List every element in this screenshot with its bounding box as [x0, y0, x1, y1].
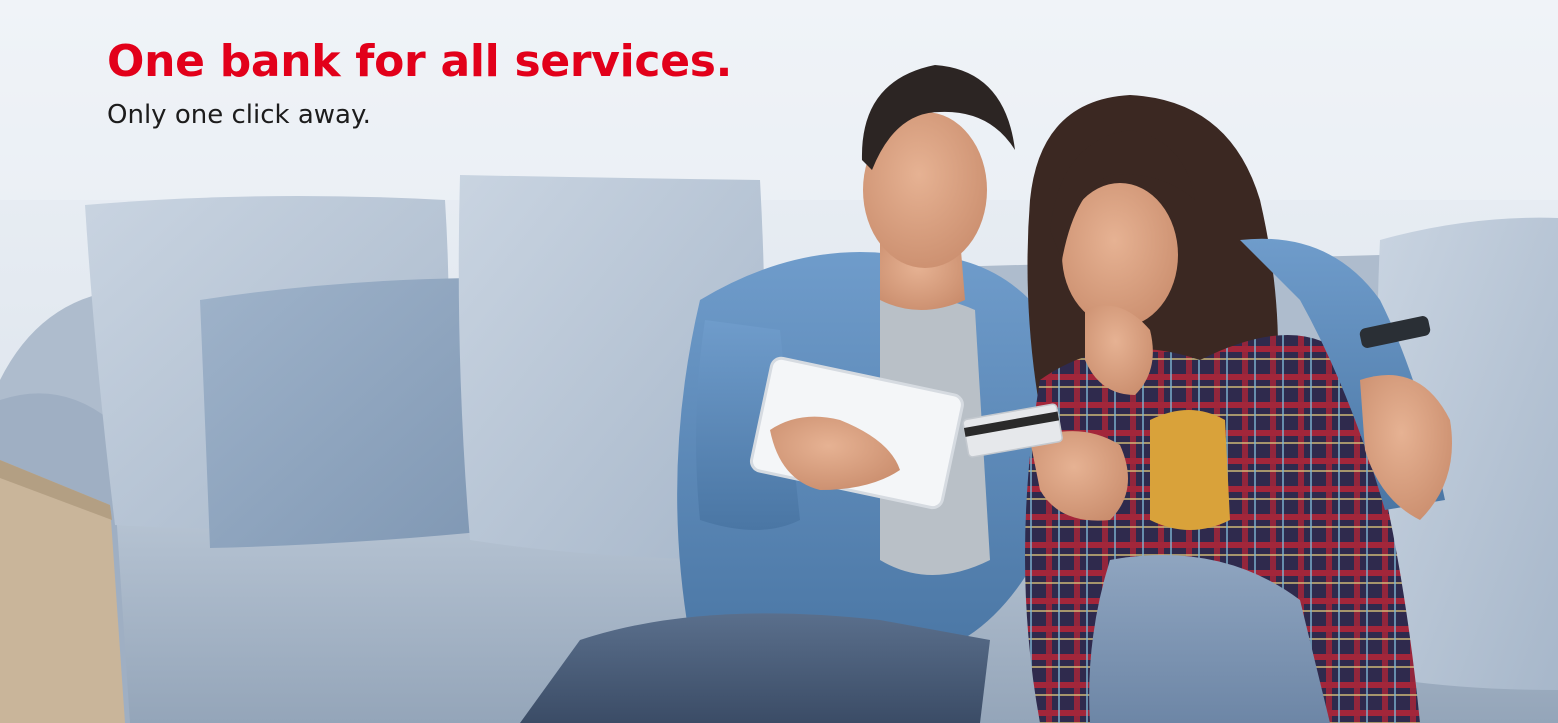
headline: One bank for all services. — [107, 36, 733, 87]
subline: Only one click away. — [107, 100, 371, 130]
hero-banner: One bank for all services. Only one clic… — [0, 0, 1558, 723]
